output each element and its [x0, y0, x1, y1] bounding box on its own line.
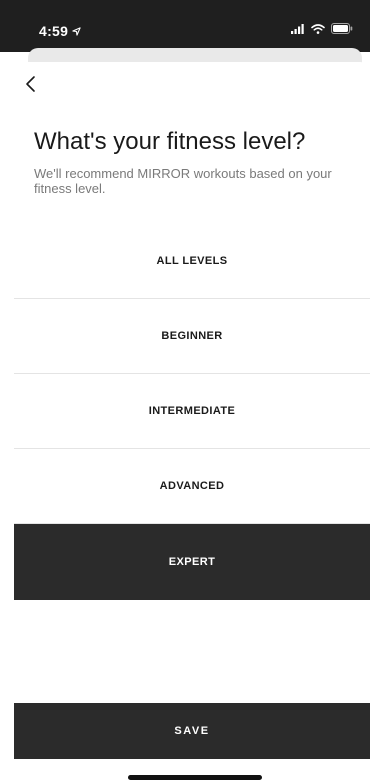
- status-time: 4:59: [39, 23, 81, 39]
- level-option-expert[interactable]: EXPERT: [14, 524, 370, 600]
- cellular-signal-icon: [291, 23, 305, 34]
- status-bar: 4:59: [0, 0, 370, 52]
- back-button[interactable]: [18, 74, 42, 98]
- level-option-intermediate[interactable]: INTERMEDIATE: [14, 374, 370, 449]
- wifi-icon: [311, 23, 325, 34]
- page-subtitle: We'll recommend MIRROR workouts based on…: [34, 166, 332, 196]
- save-button[interactable]: SAVE: [14, 703, 370, 759]
- home-indicator: [128, 775, 262, 780]
- level-option-advanced[interactable]: ADVANCED: [14, 449, 370, 524]
- level-option-beginner[interactable]: BEGINNER: [14, 299, 370, 374]
- status-icons: [291, 23, 353, 34]
- fitness-level-sheet: What's your fitness level? We'll recomme…: [14, 62, 370, 782]
- fitness-level-list: ALL LEVELS BEGINNER INTERMEDIATE ADVANCE…: [14, 224, 370, 600]
- chevron-left-icon: [24, 75, 36, 98]
- status-time-text: 4:59: [39, 23, 69, 39]
- location-arrow-icon: [72, 23, 81, 39]
- level-option-all-levels[interactable]: ALL LEVELS: [14, 224, 370, 299]
- page-title: What's your fitness level?: [34, 128, 306, 155]
- battery-icon: [331, 23, 353, 34]
- phone-screen: 4:59 What's your fitness level? We'll re…: [0, 0, 370, 782]
